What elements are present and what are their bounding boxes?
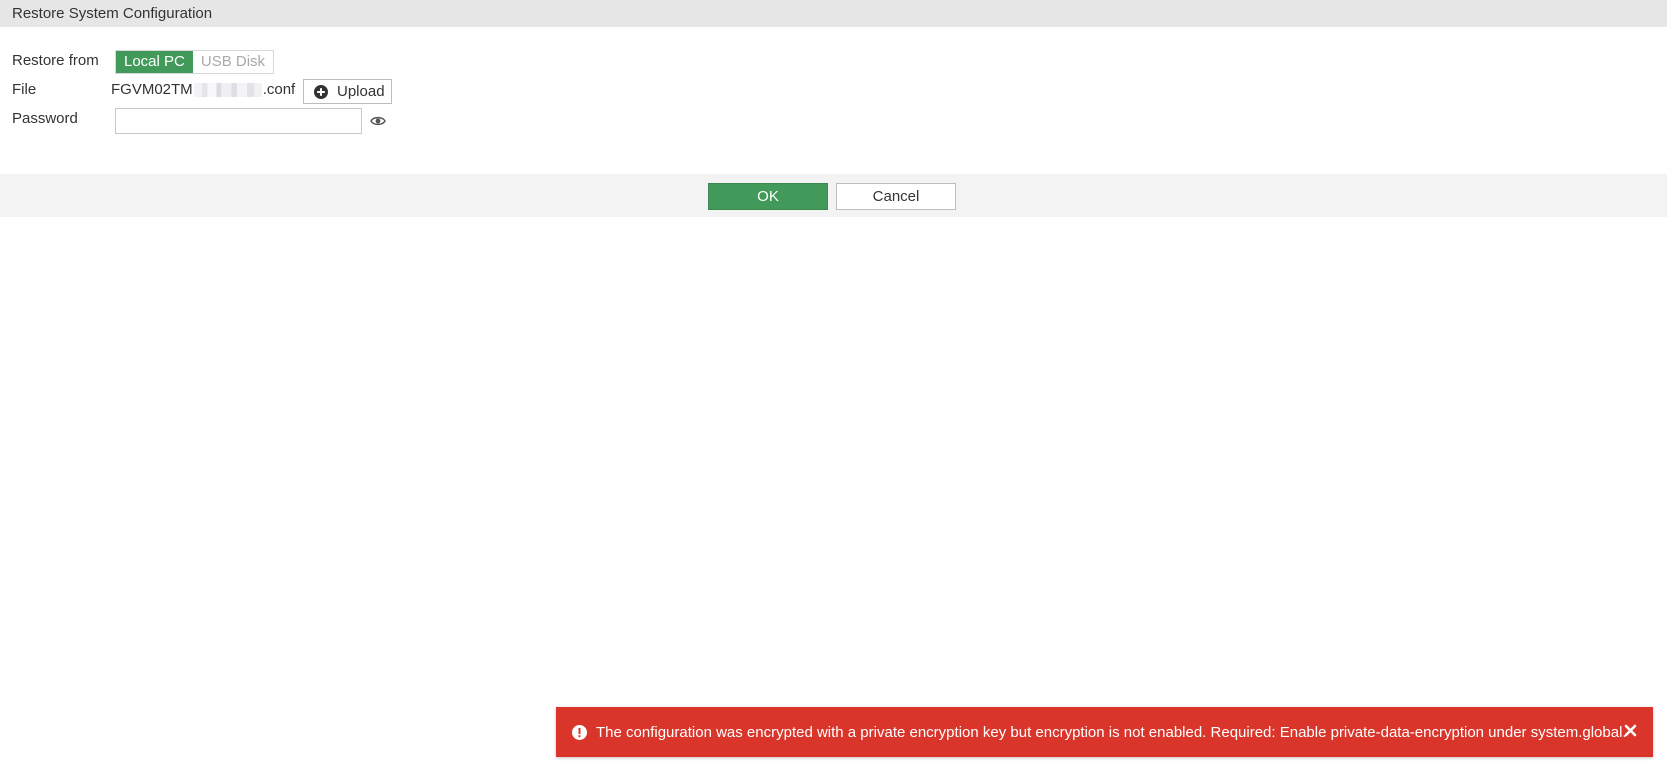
- restore-from-usb-disk-button[interactable]: USB Disk: [192, 51, 274, 73]
- file-name: FGVM02TM .conf: [111, 81, 295, 98]
- file-label: File: [12, 81, 37, 98]
- upload-button-label: Upload: [337, 83, 385, 100]
- dialog-title: Restore System Configuration: [0, 0, 1667, 27]
- plus-circle-icon: [314, 84, 328, 99]
- cancel-button[interactable]: Cancel: [836, 183, 956, 210]
- error-notification-message: The configuration was encrypted with a p…: [596, 723, 1627, 741]
- restore-from-label: Restore from: [12, 52, 99, 69]
- eye-icon[interactable]: [370, 114, 386, 130]
- error-notification: The configuration was encrypted with a p…: [556, 707, 1653, 757]
- password-label: Password: [12, 110, 78, 127]
- password-input[interactable]: [115, 108, 362, 134]
- upload-button[interactable]: Upload: [303, 79, 392, 104]
- close-icon[interactable]: [1624, 724, 1637, 737]
- file-name-redacted: [193, 82, 262, 97]
- exclamation-circle-icon: [572, 724, 587, 740]
- file-name-suffix: .conf: [262, 81, 296, 98]
- restore-from-local-pc-button[interactable]: Local PC: [116, 51, 193, 73]
- restore-from-toggle: Local PC USB Disk: [115, 50, 275, 74]
- file-name-prefix: FGVM02TM: [111, 81, 193, 98]
- ok-button[interactable]: OK: [708, 183, 828, 210]
- dialog-footer: [0, 174, 1667, 217]
